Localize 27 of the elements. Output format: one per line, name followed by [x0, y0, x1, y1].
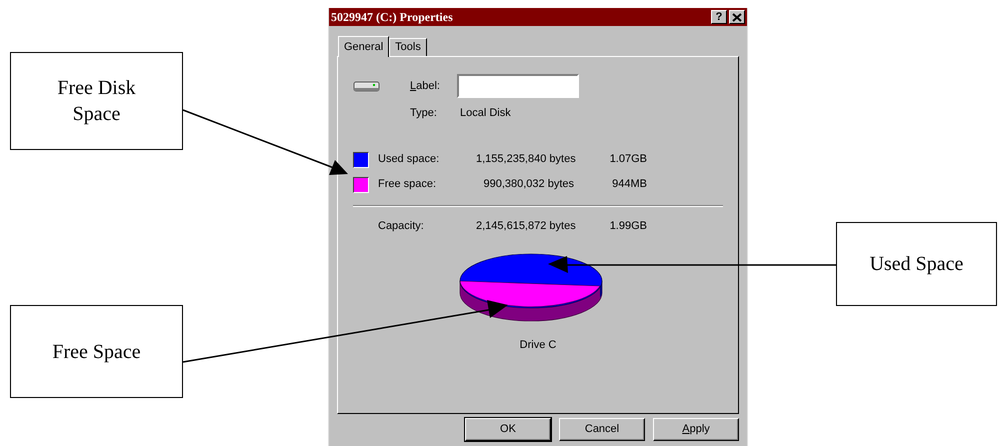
size-value: 1.99GB: [608, 219, 647, 234]
dialog-button[interactable]: Apply: [653, 418, 739, 441]
row-label: Used space:: [378, 152, 440, 168]
help-button[interactable]: ?: [711, 10, 727, 24]
size-value: 1.07GB: [608, 152, 647, 168]
type-value: Local Disk: [460, 106, 511, 121]
field-label: Label:: [410, 78, 441, 94]
window-title: 5029947 (C:) Properties: [331, 9, 453, 26]
size-value: 944MB: [611, 177, 647, 192]
chart-caption: Drive C: [520, 338, 556, 352]
byte-count: 2,145,615,872 bytes: [476, 219, 574, 234]
field-label: Type:: [410, 106, 438, 121]
byte-count: 1,155,235,840 bytes: [476, 152, 574, 168]
callout-label: Free Disk Space: [10, 52, 183, 150]
label-input[interactable]: [457, 74, 579, 98]
close-icon: [732, 12, 742, 22]
dialog-button[interactable]: Cancel: [559, 418, 645, 441]
tab[interactable]: General: [338, 36, 390, 57]
byte-count: 990,380,032 bytes: [482, 177, 574, 192]
callout-label: Used Space: [836, 222, 997, 306]
close-button[interactable]: [729, 10, 745, 24]
drive-icon: [353, 80, 381, 92]
row-label: Capacity:: [378, 219, 425, 234]
dialog-button[interactable]: OK: [465, 418, 551, 441]
callout-label: Free Space: [10, 305, 183, 398]
tab[interactable]: Tools: [389, 38, 427, 56]
row-label: Free space:: [378, 177, 438, 192]
